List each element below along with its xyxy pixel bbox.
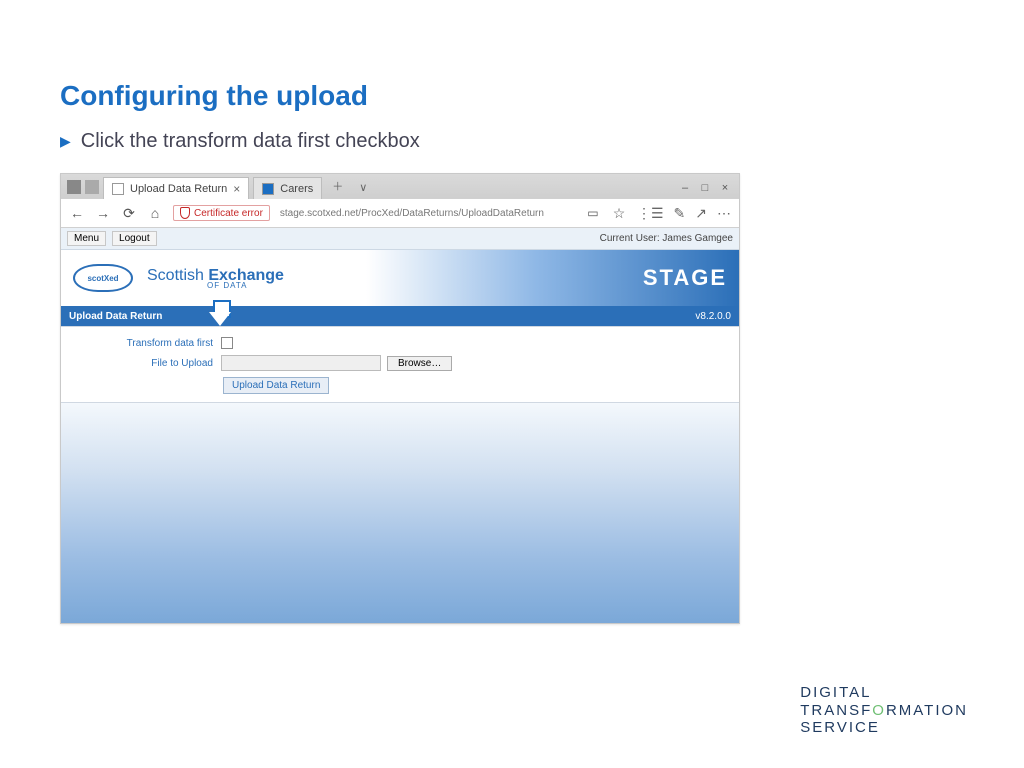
close-tab-icon[interactable]: × — [233, 182, 240, 196]
embedded-screenshot: Upload Data Return × Carers ＋ ∨ – □ × ← … — [60, 173, 740, 624]
browse-button[interactable]: Browse… — [387, 356, 452, 371]
certificate-error-badge[interactable]: Certificate error — [173, 205, 270, 221]
reading-view-icon[interactable]: ▭ — [585, 205, 601, 221]
brand-header: scotXed Scottish Exchange OF DATA STAGE — [61, 250, 739, 306]
notes-icon[interactable]: ✎ — [674, 205, 686, 222]
transform-data-first-checkbox[interactable] — [221, 337, 233, 349]
app-icon — [85, 180, 99, 194]
section-header-bar: Upload Data Return v8.2.0.0 — [61, 306, 739, 326]
back-button[interactable]: ← — [69, 205, 85, 221]
content-background — [61, 403, 739, 623]
toolbar-right: ⋮☰ ✎ ↗ ⋯ — [637, 205, 731, 222]
app-icon — [67, 180, 81, 194]
favorite-icon[interactable]: ☆ — [611, 205, 627, 221]
file-path-input[interactable] — [221, 355, 381, 371]
upload-data-return-button[interactable]: Upload Data Return — [223, 377, 329, 394]
brand-subtitle: OF DATA — [207, 281, 284, 290]
file-label: File to Upload — [61, 358, 221, 369]
share-icon[interactable]: ↗ — [695, 205, 707, 222]
shield-icon — [180, 207, 190, 219]
window-minimize-button[interactable]: – — [677, 182, 693, 194]
refresh-button[interactable]: ⟳ — [121, 205, 137, 221]
version-label: v8.2.0.0 — [695, 311, 731, 322]
scotxed-logo: scotXed — [73, 264, 133, 292]
slide-title: Configuring the upload — [60, 80, 964, 112]
callout-arrow-icon — [209, 300, 231, 328]
current-user: Current User: James Gamgee — [600, 233, 733, 244]
footer-logo: DIGITAL TRANSFORMATION SERVICE — [800, 684, 968, 736]
browser-address-bar: ← → ⟳ ⌂ Certificate error stage.scotxed.… — [61, 198, 739, 228]
bullet-arrow-icon: ▶ — [60, 133, 71, 150]
logout-button[interactable]: Logout — [112, 231, 157, 246]
favorites-list-icon[interactable]: ⋮☰ — [637, 205, 664, 222]
cert-label: Certificate error — [194, 208, 263, 219]
bullet-item: ▶ Click the transform data first checkbo… — [60, 130, 964, 153]
browser-titlebar: Upload Data Return × Carers ＋ ∨ – □ × — [61, 174, 739, 198]
tab-label: Upload Data Return — [130, 183, 227, 195]
stage-badge: STAGE — [643, 265, 727, 291]
home-button[interactable]: ⌂ — [147, 205, 163, 221]
tab-label: Carers — [280, 183, 313, 195]
forward-button[interactable]: → — [95, 205, 111, 221]
tab-actions-icon[interactable]: ∨ — [353, 181, 373, 198]
more-icon[interactable]: ⋯ — [717, 205, 731, 222]
bullet-text: Click the transform data first checkbox — [81, 130, 420, 153]
menu-button[interactable]: Menu — [67, 231, 106, 246]
transform-label: Transform data first — [61, 338, 221, 349]
window-close-button[interactable]: × — [717, 182, 733, 194]
upload-form: Transform data first File to Upload Brow… — [61, 326, 739, 403]
app-menu-bar: Menu Logout Current User: James Gamgee — [61, 228, 739, 250]
window-maximize-button[interactable]: □ — [697, 182, 713, 194]
page-icon — [112, 183, 124, 195]
url-text[interactable]: stage.scotxed.net/ProcXed/DataReturns/Up… — [280, 208, 575, 219]
section-title: Upload Data Return — [69, 311, 162, 322]
new-tab-button[interactable]: ＋ — [326, 178, 349, 198]
page-icon — [262, 183, 274, 195]
browser-tab[interactable]: Carers — [253, 177, 322, 199]
browser-tab-active[interactable]: Upload Data Return × — [103, 177, 249, 199]
